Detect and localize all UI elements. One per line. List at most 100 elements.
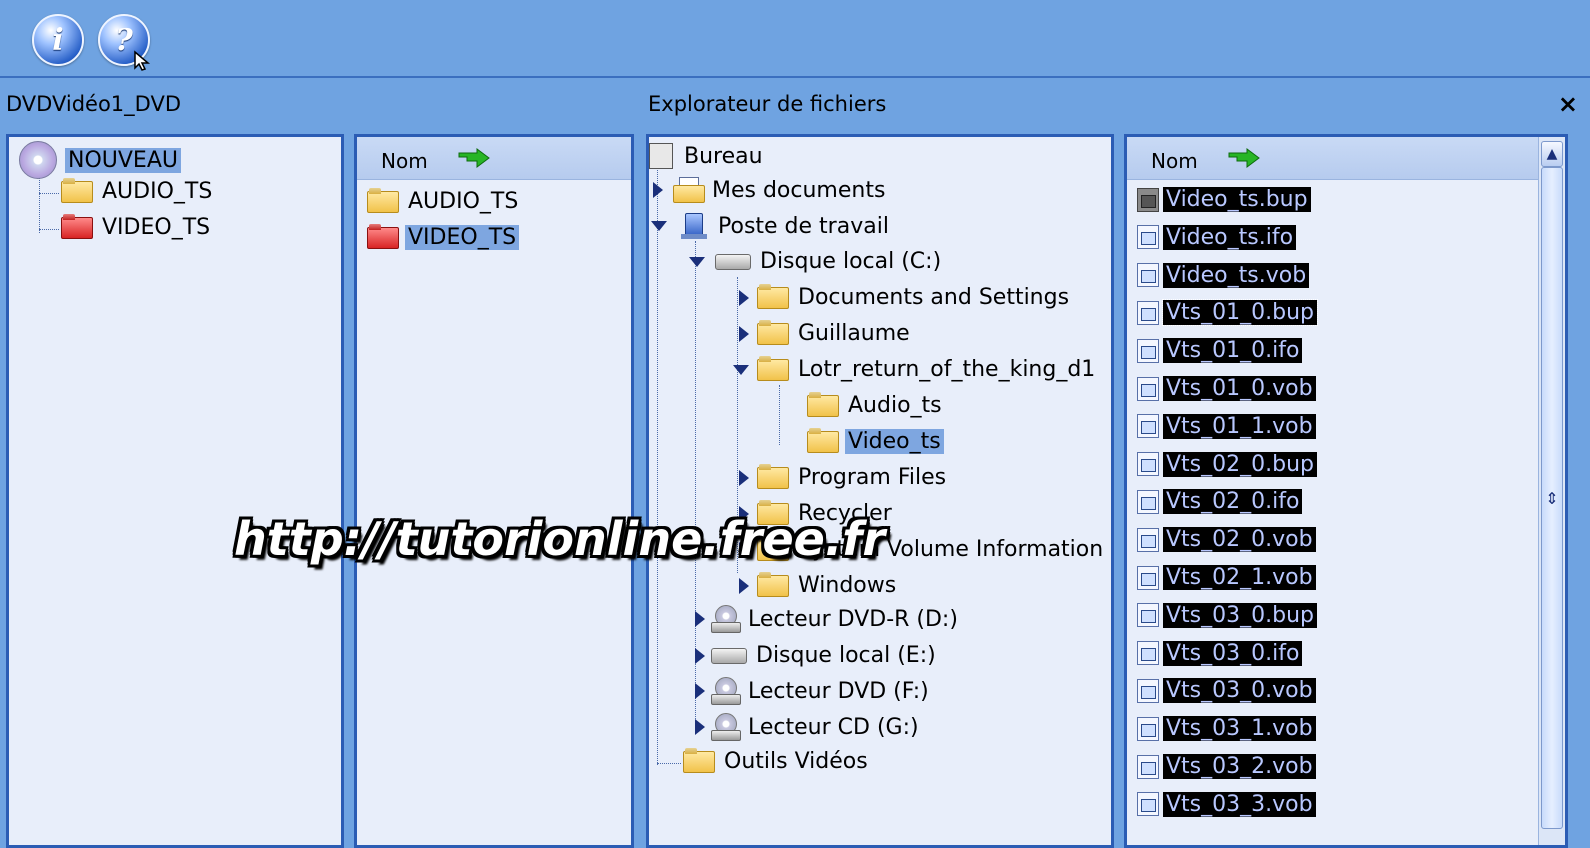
file-row[interactable]: Vts_01_1.vob (1137, 413, 1316, 439)
tree-item-disque-e[interactable]: Disque local (E:) (695, 643, 939, 668)
file-row[interactable]: Vts_03_1.vob (1137, 716, 1316, 742)
tree-item-label: Lecteur DVD-R (D:) (748, 606, 958, 632)
file-row[interactable]: Vts_03_0.ifo (1137, 640, 1303, 666)
project-list-panel: Nom AUDIO_TS VIDEO_TS (354, 134, 634, 848)
expand-arrow-icon[interactable] (739, 577, 749, 594)
file-row[interactable]: Vts_03_0.bup (1137, 602, 1317, 628)
file-row[interactable]: Vts_03_2.vob (1137, 754, 1316, 779)
sort-arrow-icon (458, 148, 490, 168)
red-folder-icon (367, 226, 399, 249)
yellow-folder-icon (683, 750, 715, 773)
video-file-icon (1137, 603, 1159, 628)
tree-item-label: Audio_ts (848, 393, 942, 418)
file-row[interactable]: Vts_03_3.vob (1137, 791, 1316, 817)
file-row[interactable]: Vts_01_0.vob (1137, 376, 1316, 401)
tree-item-program-files[interactable]: Program Files (739, 465, 949, 490)
vertical-scrollbar[interactable]: ▲ ⇕ (1538, 137, 1565, 845)
close-icon[interactable]: × (1558, 90, 1578, 118)
tree-item-video-ts[interactable]: VIDEO_TS (61, 215, 213, 240)
tree-item-label: Lecteur DVD (F:) (748, 678, 929, 704)
file-row[interactable]: Vts_02_0.ifo (1137, 489, 1303, 515)
video-file-icon (1137, 263, 1159, 288)
file-row[interactable]: Vts_02_0.bup (1137, 451, 1317, 477)
tree-item-windows[interactable]: Windows (739, 573, 899, 598)
yellow-folder-icon (807, 430, 839, 453)
tree-item-label: Disque local (C:) (760, 249, 942, 274)
collapse-arrow-icon[interactable] (733, 364, 749, 375)
video-file-icon (1137, 225, 1159, 250)
tree-item-audio-ts[interactable]: Audio_ts (807, 393, 945, 418)
yellow-folder-icon (61, 180, 93, 203)
tree-item-lotr[interactable]: Lotr_return_of_the_king_d1 (733, 357, 1098, 382)
expand-arrow-icon[interactable] (739, 289, 749, 306)
tree-item-label: AUDIO_TS (102, 179, 213, 204)
pointer-cursor-icon (134, 50, 151, 71)
project-tree-panel: NOUVEAU AUDIO_TS VIDEO_TS (6, 134, 344, 848)
tree-item-outils-videos[interactable]: Outils Vidéos (683, 749, 871, 774)
optical-drive-icon (711, 677, 741, 705)
tree-item-label: Documents and Settings (798, 285, 1070, 310)
tree-item-label: Program Files (798, 465, 947, 490)
expand-arrow-icon[interactable] (695, 611, 705, 627)
scroll-up-icon[interactable]: ▲ (1541, 141, 1563, 167)
expand-arrow-icon[interactable] (739, 469, 749, 486)
tree-item-guillaume[interactable]: Guillaume (739, 321, 913, 346)
tree-item-lecteur-dvdr-d[interactable]: Lecteur DVD-R (D:) (695, 605, 961, 633)
file-name: Vts_02_1.vob (1163, 565, 1316, 590)
desktop-icon (649, 143, 673, 169)
expand-arrow-icon[interactable] (653, 182, 663, 198)
tree-item-poste-de-travail[interactable]: Poste de travail (651, 213, 892, 239)
list-item-video-ts[interactable]: VIDEO_TS (367, 225, 520, 250)
tree-item-documents-and-settings[interactable]: Documents and Settings (739, 285, 1072, 310)
file-name: Video_ts.vob (1163, 262, 1310, 288)
video-file-icon (1137, 678, 1159, 703)
file-name: Vts_03_0.bup (1163, 602, 1317, 628)
help-icon: ? (115, 22, 133, 58)
info-button[interactable]: i (32, 14, 84, 66)
collapse-arrow-icon[interactable] (651, 221, 667, 231)
expand-arrow-icon[interactable] (695, 647, 705, 664)
yellow-folder-icon (807, 394, 839, 417)
yellow-folder-icon (757, 358, 789, 381)
file-row[interactable]: Vts_01_0.bup (1137, 299, 1318, 327)
tree-item-disque-c[interactable]: Disque local (C:) (689, 249, 944, 274)
file-row[interactable]: Vts_02_0.vob (1137, 527, 1316, 553)
list-item-label: VIDEO_TS (405, 225, 520, 250)
video-file-icon (1137, 489, 1159, 514)
file-row[interactable]: Vts_02_1.vob (1137, 565, 1316, 590)
file-row[interactable]: Vts_01_0.ifo (1137, 338, 1303, 364)
scroll-thumb[interactable]: ⇕ (1541, 167, 1563, 829)
file-name: Vts_01_1.vob (1163, 413, 1316, 439)
tree-item-label: Disque local (E:) (756, 643, 936, 668)
video-file-icon (1137, 792, 1159, 817)
name-column-header[interactable]: Nom (357, 137, 631, 180)
info-icon: i (52, 22, 64, 58)
name-column-header[interactable]: Nom (1127, 137, 1539, 180)
expand-arrow-icon[interactable] (695, 683, 705, 699)
tree-item-audio-ts[interactable]: AUDIO_TS (61, 179, 215, 204)
file-name: Vts_03_0.ifo (1163, 640, 1303, 666)
yellow-folder-icon (757, 466, 789, 489)
file-name: Vts_02_0.bup (1163, 451, 1317, 477)
project-title: DVDVidéo1_DVD (6, 92, 182, 116)
tree-item-label: Video_ts (845, 429, 944, 454)
file-row[interactable]: Video_ts.bup (1137, 187, 1311, 212)
tree-item-video-ts[interactable]: Video_ts (807, 429, 944, 454)
help-button[interactable]: ? (98, 14, 151, 71)
yellow-folder-icon (757, 574, 789, 597)
file-name: Vts_01_0.vob (1163, 376, 1316, 401)
expand-arrow-icon[interactable] (695, 719, 705, 735)
file-row[interactable]: Vts_03_0.vob (1137, 678, 1316, 704)
tree-item-bureau[interactable]: Bureau (649, 143, 766, 169)
expand-arrow-icon[interactable] (739, 325, 749, 342)
video-file-icon (1137, 300, 1159, 325)
file-row[interactable]: Video_ts.vob (1137, 262, 1310, 288)
collapse-arrow-icon[interactable] (689, 256, 705, 267)
tree-item-lecteur-dvd-f[interactable]: Lecteur DVD (F:) (695, 677, 932, 705)
tree-item-mes-documents[interactable]: Mes documents (653, 177, 888, 203)
video-file-icon (1137, 414, 1159, 439)
list-item-audio-ts[interactable]: AUDIO_TS (367, 189, 521, 214)
tree-item-nouveau[interactable]: NOUVEAU (19, 141, 181, 179)
tree-item-lecteur-cd-g[interactable]: Lecteur CD (G:) (695, 713, 922, 741)
file-row[interactable]: Video_ts.ifo (1137, 224, 1297, 250)
